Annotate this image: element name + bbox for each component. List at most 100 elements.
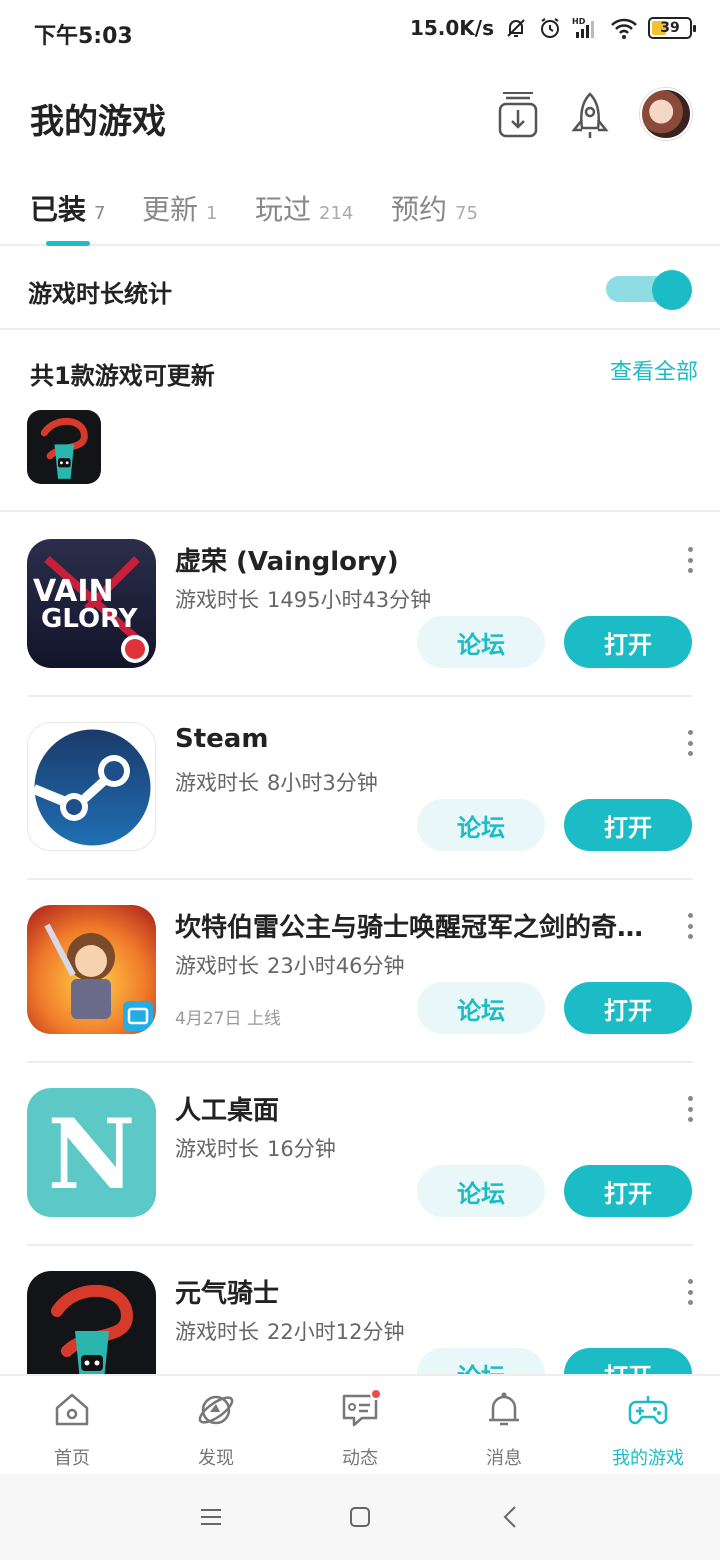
duration-label: 游戏时长	[175, 1320, 259, 1344]
game-name: 元气骑士	[175, 1279, 280, 1309]
tab-played[interactable]: 玩过 214	[255, 188, 353, 228]
page-title: 我的游戏	[30, 102, 166, 142]
game-name: 人工桌面	[175, 1096, 280, 1126]
nav-label: 动态	[342, 1448, 378, 1469]
play-duration: 游戏时长 22小时12分钟	[175, 1316, 404, 1346]
menu-icon[interactable]	[196, 1502, 226, 1532]
duration-label: 游戏时长	[175, 1137, 259, 1161]
battery-level: 39	[660, 20, 680, 36]
nav-discover[interactable]: 发现	[156, 1390, 276, 1470]
open-button[interactable]: 打开	[564, 1165, 692, 1217]
soul-knight-app-icon[interactable]	[27, 410, 101, 484]
svg-text:N: N	[48, 1098, 136, 1211]
list-item[interactable]: VAIN GLORY 虚荣 (Vainglory) 游戏时长 1495小时43分钟 …	[0, 514, 720, 697]
tab-label: 玩过	[255, 193, 312, 226]
tab-count: 214	[319, 203, 354, 224]
game-name: Steam	[175, 724, 269, 754]
tab-count: 75	[455, 203, 478, 224]
nav-my-games[interactable]: 我的游戏	[588, 1390, 708, 1470]
more-options-icon[interactable]	[686, 1279, 694, 1305]
n-launcher-app-icon: N	[27, 1088, 156, 1217]
tab-reserved[interactable]: 预约 75	[391, 188, 478, 228]
nav-home[interactable]: 首页	[12, 1390, 132, 1470]
duration-label: 游戏时长	[175, 588, 259, 612]
open-button[interactable]: 打开	[564, 616, 692, 668]
list-item[interactable]: Steam 游戏时长 8小时3分钟 论坛 打开	[0, 697, 720, 880]
duration-value: 23小时46分钟	[267, 954, 405, 978]
forum-button[interactable]: 论坛	[417, 799, 545, 851]
hd-signal-icon: HD	[572, 17, 594, 38]
bottom-nav: 首页 发现 动态 消息 我的游戏	[0, 1374, 720, 1474]
toggle-knob	[652, 270, 692, 310]
soul-knight-app-icon	[27, 1271, 156, 1374]
updates-section: 共1款游戏可更新 查看全部	[0, 332, 720, 512]
download-manager-icon[interactable]	[494, 90, 542, 142]
svg-text:GLORY: GLORY	[41, 604, 139, 634]
list-item[interactable]: 坎特伯雷公主与骑士唤醒冠军之剑的奇... 游戏时长 23小时46分钟 4月27日 …	[0, 880, 720, 1063]
tab-label: 预约	[391, 193, 448, 226]
alarm-icon	[541, 18, 559, 38]
tab-label: 已装	[30, 193, 87, 226]
forum-button[interactable]: 论坛	[417, 982, 545, 1034]
page-header: 我的游戏	[0, 80, 720, 156]
tab-count: 7	[94, 203, 106, 224]
rocket-icon[interactable]	[566, 90, 614, 142]
tab-label: 更新	[142, 193, 199, 226]
svg-text:HD: HD	[572, 17, 586, 26]
active-tab-indicator	[46, 241, 90, 246]
notification-badge	[370, 1388, 382, 1400]
play-time-stats-toggle[interactable]	[606, 270, 692, 310]
tab-updates[interactable]: 更新 1	[142, 188, 217, 228]
home-icon	[52, 1390, 92, 1430]
discover-planet-icon	[196, 1390, 236, 1430]
installed-games-list: VAIN GLORY 虚荣 (Vainglory) 游戏时长 1495小时43分钟 …	[0, 514, 720, 1374]
more-options-icon[interactable]	[686, 913, 694, 939]
forum-button[interactable]: 论坛	[417, 616, 545, 668]
play-duration: 游戏时长 16分钟	[175, 1133, 336, 1163]
network-speed: 15.0K/s	[409, 16, 494, 40]
play-duration: 游戏时长 23小时46分钟	[175, 950, 404, 980]
more-options-icon[interactable]	[686, 1096, 694, 1122]
mute-bell-icon	[507, 19, 525, 37]
forum-button[interactable]: 论坛	[417, 1348, 545, 1374]
nav-label: 我的游戏	[612, 1448, 684, 1469]
nav-feed[interactable]: 动态	[300, 1388, 420, 1470]
gamepad-icon	[628, 1390, 668, 1430]
steam-app-icon	[27, 722, 156, 851]
play-time-stats-label: 游戏时长统计	[28, 280, 172, 308]
feed-icon	[340, 1388, 382, 1430]
more-options-icon[interactable]	[686, 730, 694, 756]
nav-label: 首页	[54, 1448, 90, 1469]
status-time: 下午5:03	[34, 24, 133, 49]
see-all-link[interactable]: 查看全部	[610, 354, 698, 386]
duration-value: 22小时12分钟	[267, 1320, 405, 1344]
open-button[interactable]: 打开	[564, 1348, 692, 1374]
vainglory-app-icon: VAIN GLORY	[27, 539, 156, 668]
duration-value: 8小时3分钟	[267, 771, 378, 795]
duration-value: 1495小时43分钟	[267, 588, 432, 612]
open-button[interactable]: 打开	[564, 982, 692, 1034]
back-icon[interactable]	[496, 1502, 526, 1532]
status-icons: 15.0K/s HD 39	[409, 16, 696, 40]
release-date: 4月27日 上线	[175, 1009, 281, 1029]
duration-value: 16分钟	[267, 1137, 336, 1161]
play-time-stats-row: 游戏时长统计	[0, 248, 720, 330]
home-square-icon[interactable]	[345, 1502, 375, 1532]
status-bar: 下午5:03 15.0K/s HD 39	[0, 0, 720, 64]
list-item[interactable]: 元气骑士 游戏时长 22小时12分钟 论坛 打开	[0, 1246, 720, 1374]
system-nav-bar	[0, 1474, 720, 1560]
wifi-icon	[611, 18, 637, 39]
tab-count: 1	[206, 203, 218, 224]
nav-messages[interactable]: 消息	[444, 1390, 564, 1470]
open-button[interactable]: 打开	[564, 799, 692, 851]
more-options-icon[interactable]	[686, 547, 694, 573]
updates-heading: 共1款游戏可更新	[30, 362, 215, 390]
play-duration: 游戏时长 1495小时43分钟	[175, 584, 431, 614]
tab-installed[interactable]: 已装 7	[30, 188, 105, 228]
avatar[interactable]	[640, 88, 692, 140]
tab-bar: 已装 7 更新 1 玩过 214 预约 75	[0, 178, 720, 246]
duration-label: 游戏时长	[175, 771, 259, 795]
game-name: 坎特伯雷公主与骑士唤醒冠军之剑的奇...	[175, 913, 645, 943]
forum-button[interactable]: 论坛	[417, 1165, 545, 1217]
list-item[interactable]: N 人工桌面 游戏时长 16分钟 论坛 打开	[0, 1063, 720, 1246]
